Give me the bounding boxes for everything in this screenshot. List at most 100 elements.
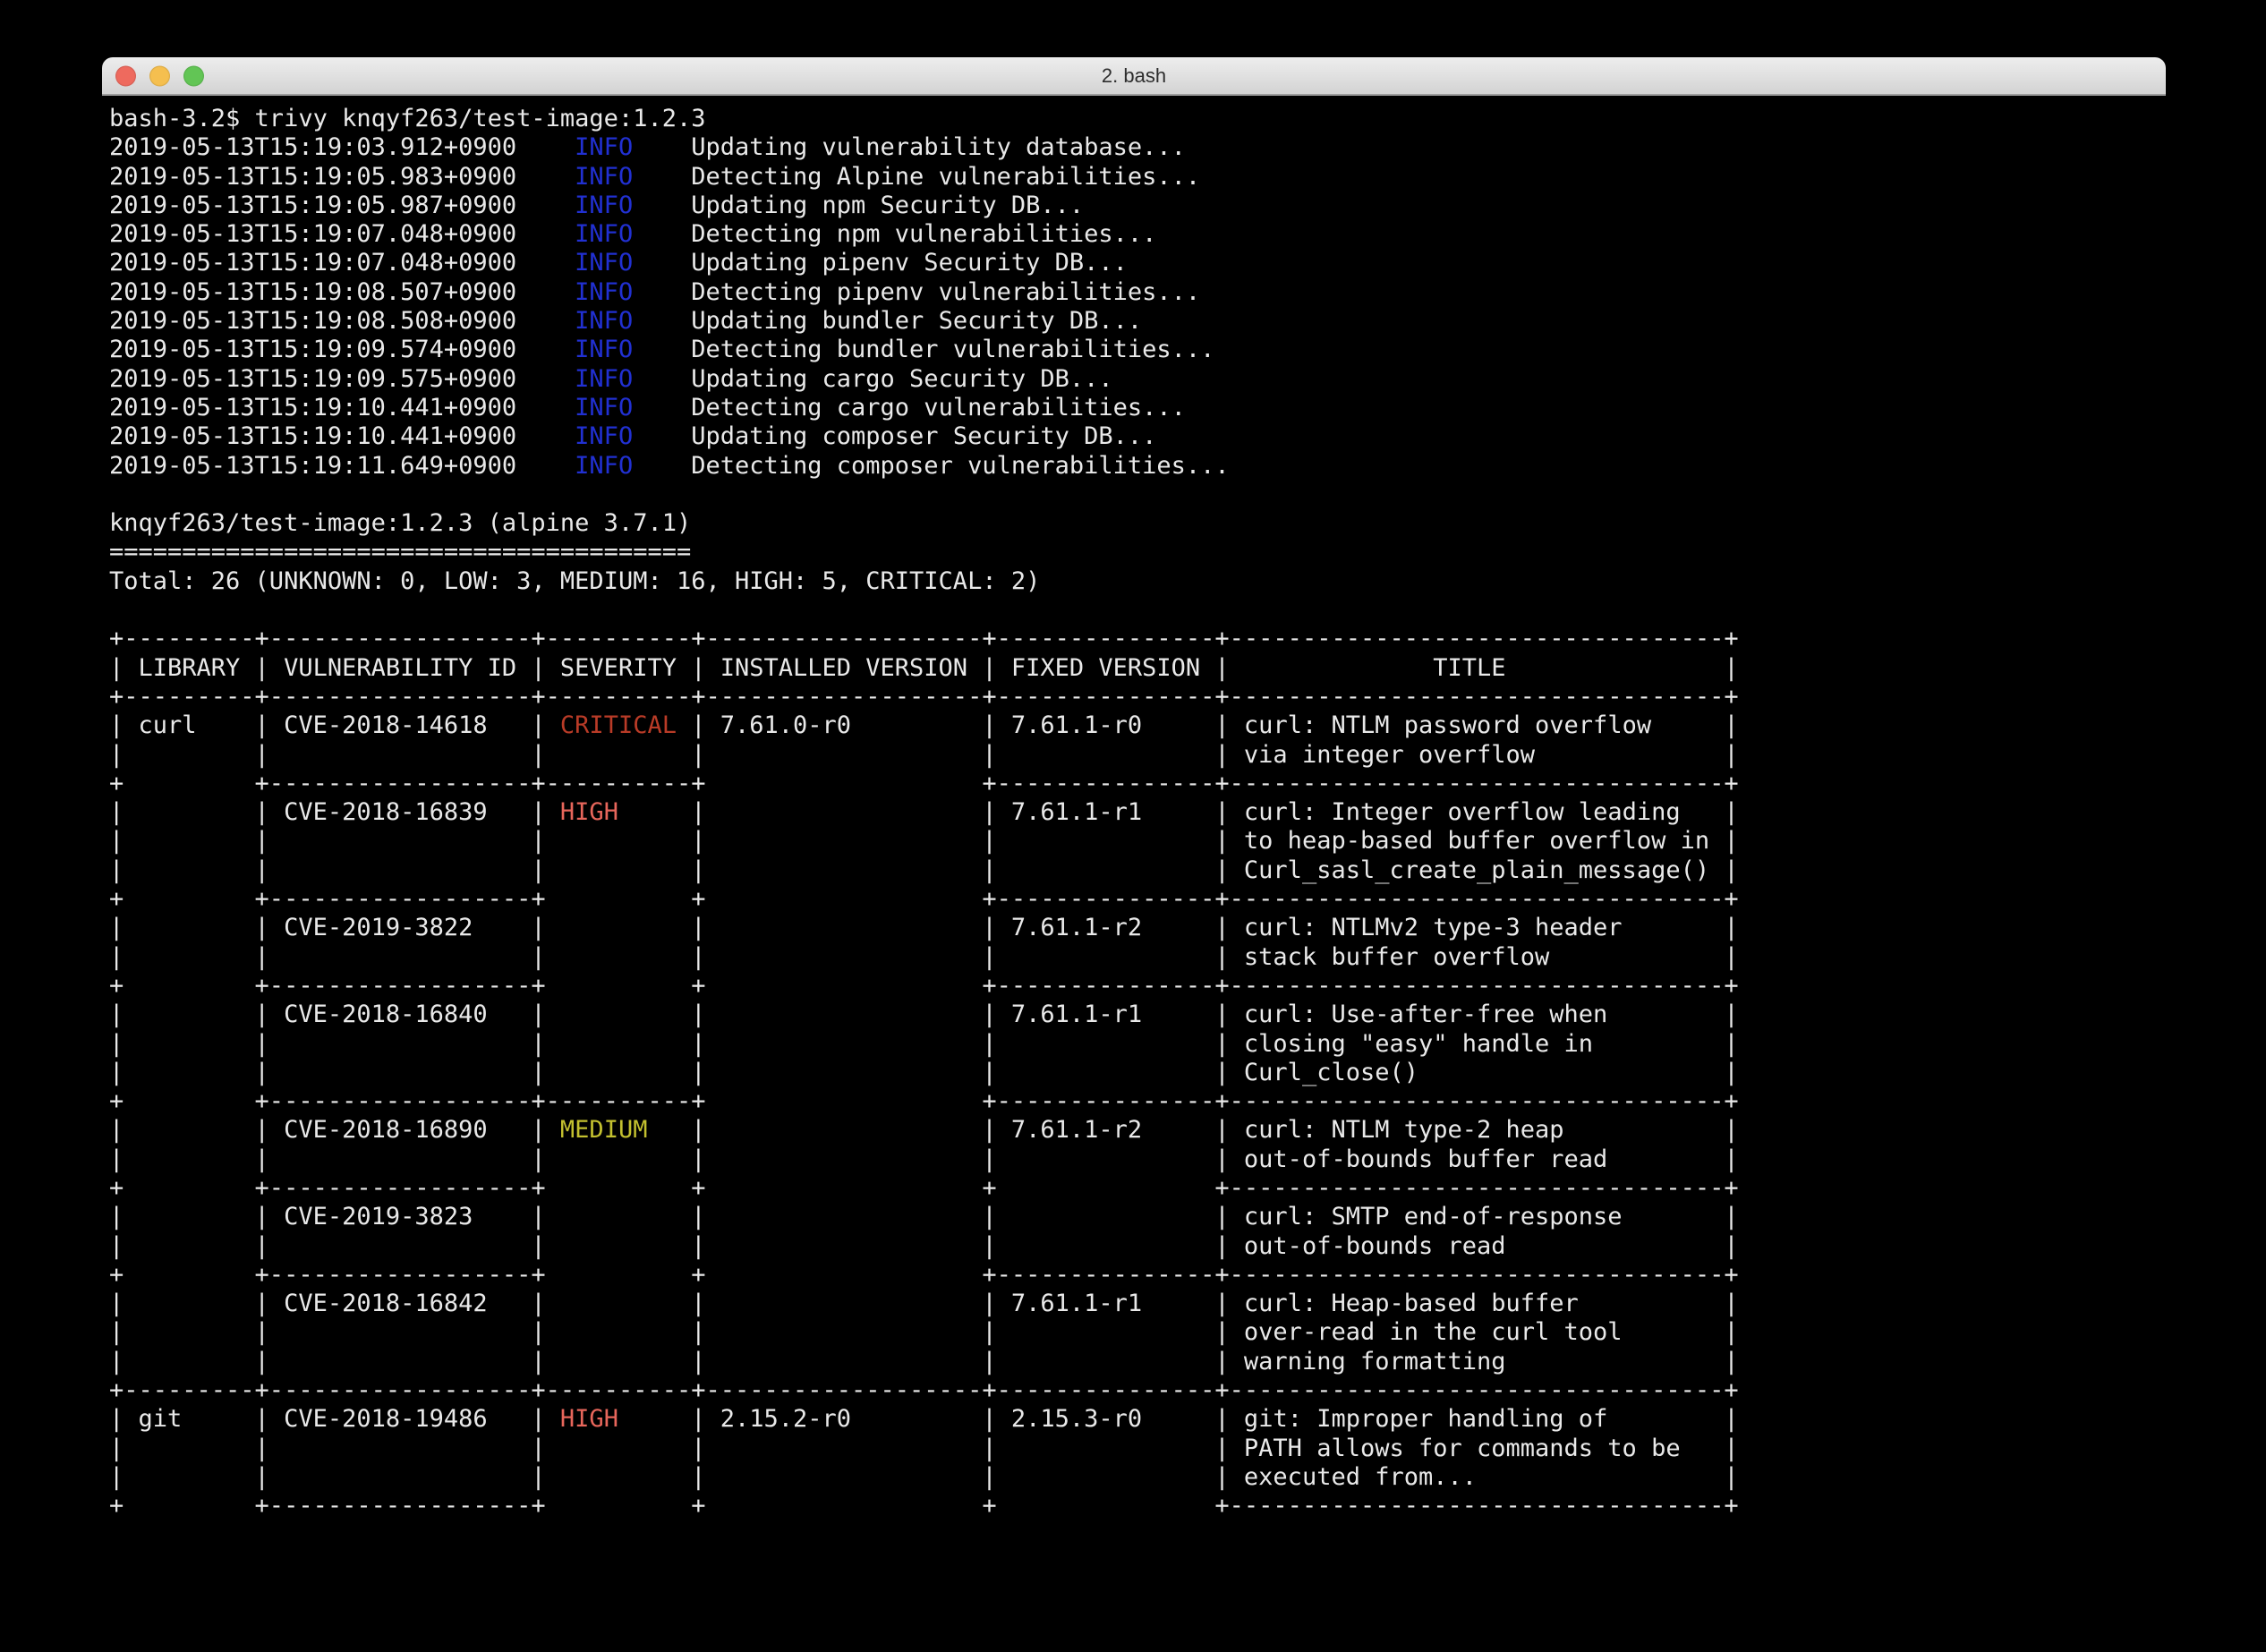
terminal-line: ======================================== — [109, 538, 2166, 566]
terminal-text: 2019-05-13T15:19:10.441+0900 — [109, 422, 575, 450]
terminal-text: | | | | | | to heap-based buffer overflo… — [109, 827, 1739, 855]
terminal-text: | 2.15.2-r0 | 2.15.3-r0 | git: Improper … — [618, 1405, 1739, 1433]
terminal-text: Updating composer Security DB... — [633, 422, 1156, 450]
traffic-lights — [115, 65, 204, 86]
window-title: 2. bash — [1102, 64, 1166, 88]
terminal-text: Detecting bundler vulnerabilities... — [633, 336, 1214, 363]
terminal-text: | | CVE-2018-16890 | — [109, 1116, 560, 1144]
terminal-text-info: INFO — [575, 365, 633, 393]
terminal-line — [109, 481, 2166, 509]
terminal-text: | git | CVE-2018-19486 | — [109, 1405, 560, 1433]
terminal-line: | | CVE-2019-3823 | | | | curl: SMTP end… — [109, 1203, 2166, 1231]
terminal-text: Detecting cargo vulnerabilities... — [633, 394, 1186, 422]
terminal-line: bash-3.2$ trivy knqyf263/test-image:1.2.… — [109, 105, 2166, 133]
desktop: 2. bash bash-3.2$ trivy knqyf263/test-im… — [0, 0, 2266, 1652]
terminal-line: | | | | | | to heap-based buffer overflo… — [109, 827, 2166, 856]
terminal-line: + +------------------+ + + +------------… — [109, 1174, 2166, 1203]
terminal-text: + +------------------+ + + +------------… — [109, 1174, 1739, 1202]
terminal-text: | | | | | | closing "easy" handle in | — [109, 1030, 1739, 1058]
terminal-line: +---------+------------------+----------… — [109, 1376, 2166, 1405]
terminal-text-info: INFO — [575, 452, 633, 480]
terminal-text: Total: 26 (UNKNOWN: 0, LOW: 3, MEDIUM: 1… — [109, 567, 1040, 595]
terminal-line: 2019-05-13T15:19:03.912+0900 INFO Updati… — [109, 133, 2166, 162]
terminal-line: | | | | | | Curl_close() | — [109, 1059, 2166, 1087]
terminal-line: Total: 26 (UNKNOWN: 0, LOW: 3, MEDIUM: 1… — [109, 567, 2166, 596]
terminal-line: | | | | | | warning formatting | — [109, 1348, 2166, 1376]
terminal-line — [109, 596, 2166, 625]
terminal-text-info: INFO — [575, 249, 633, 277]
terminal-text: Updating npm Security DB... — [633, 192, 1084, 219]
terminal-text: 2019-05-13T15:19:09.575+0900 — [109, 365, 575, 393]
terminal-line: 2019-05-13T15:19:05.987+0900 INFO Updati… — [109, 192, 2166, 220]
terminal-text-info: INFO — [575, 220, 633, 248]
terminal-line: + +------------------+----------+ +-----… — [109, 770, 2166, 798]
terminal-text: + +------------------+ + +--------------… — [109, 885, 1739, 913]
window-titlebar[interactable]: 2. bash — [102, 57, 2166, 96]
terminal-text-info: INFO — [575, 192, 633, 219]
minimize-button[interactable] — [149, 65, 170, 86]
terminal-text-high: HIGH — [560, 798, 618, 826]
terminal-line: 2019-05-13T15:19:09.574+0900 INFO Detect… — [109, 336, 2166, 364]
terminal-line: 2019-05-13T15:19:10.441+0900 INFO Updati… — [109, 422, 2166, 451]
terminal-text: +---------+------------------+----------… — [109, 625, 1739, 652]
terminal-text-info: INFO — [575, 278, 633, 306]
terminal-text-info: INFO — [575, 307, 633, 335]
terminal-line: | | CVE-2018-16839 | HIGH | | 7.61.1-r1 … — [109, 798, 2166, 827]
terminal-text: | | 7.61.1-r2 | curl: NTLM type-2 heap | — [647, 1116, 1738, 1144]
terminal-text: Updating cargo Security DB... — [633, 365, 1112, 393]
terminal-line: 2019-05-13T15:19:09.575+0900 INFO Updati… — [109, 365, 2166, 394]
terminal-text: 2019-05-13T15:19:09.574+0900 — [109, 336, 575, 363]
terminal-text: + +------------------+----------+ +-----… — [109, 1087, 1739, 1115]
terminal-line: | | | | | | Curl_sasl_create_plain_messa… — [109, 856, 2166, 885]
terminal-text: 2019-05-13T15:19:05.987+0900 — [109, 192, 575, 219]
terminal-text-high: HIGH — [560, 1405, 618, 1433]
terminal-line: + +------------------+ + +--------------… — [109, 1261, 2166, 1290]
terminal-text: + +------------------+----------+ +-----… — [109, 770, 1739, 797]
terminal-text-info: INFO — [575, 422, 633, 450]
terminal-text: | | | | | | executed from... | — [109, 1463, 1739, 1491]
close-button[interactable] — [115, 65, 136, 86]
terminal-text: knqyf263/test-image:1.2.3 (alpine 3.7.1) — [109, 509, 691, 537]
terminal-text: Detecting composer vulnerabilities... — [633, 452, 1229, 480]
terminal-line: | LIBRARY | VULNERABILITY ID | SEVERITY … — [109, 654, 2166, 683]
terminal-text: + +------------------+ + +--------------… — [109, 1261, 1739, 1289]
terminal-line: 2019-05-13T15:19:05.983+0900 INFO Detect… — [109, 163, 2166, 192]
terminal-screen[interactable]: bash-3.2$ trivy knqyf263/test-image:1.2.… — [102, 96, 2166, 1521]
terminal-text-medium: MEDIUM — [560, 1116, 648, 1144]
terminal-line: | | | | | | via integer overflow | — [109, 741, 2166, 770]
terminal-line: +---------+------------------+----------… — [109, 625, 2166, 653]
terminal-line: | | CVE-2019-3822 | | | 7.61.1-r2 | curl… — [109, 914, 2166, 942]
terminal-text: | | | | | | out-of-bounds buffer read | — [109, 1145, 1739, 1173]
terminal-text: + +------------------+ + + +------------… — [109, 1492, 1739, 1520]
terminal-line: 2019-05-13T15:19:08.508+0900 INFO Updati… — [109, 307, 2166, 336]
terminal-line: 2019-05-13T15:19:10.441+0900 INFO Detect… — [109, 394, 2166, 422]
terminal-window: 2. bash bash-3.2$ trivy knqyf263/test-im… — [102, 57, 2166, 1616]
terminal-text: | | CVE-2019-3823 | | | | curl: SMTP end… — [109, 1203, 1739, 1230]
terminal-text-info: INFO — [575, 163, 633, 191]
terminal-line: | | | | | | over-read in the curl tool | — [109, 1318, 2166, 1347]
terminal-line: 2019-05-13T15:19:07.048+0900 INFO Detect… — [109, 220, 2166, 249]
terminal-line: + +------------------+----------+ +-----… — [109, 1087, 2166, 1116]
terminal-text: | | | | | | via integer overflow | — [109, 741, 1739, 769]
terminal-line: | | CVE-2018-16840 | | | 7.61.1-r1 | cur… — [109, 1001, 2166, 1029]
terminal-line: knqyf263/test-image:1.2.3 (alpine 3.7.1) — [109, 509, 2166, 538]
terminal-text: | | | | | | stack buffer overflow | — [109, 943, 1739, 971]
terminal-line: 2019-05-13T15:19:08.507+0900 INFO Detect… — [109, 278, 2166, 307]
terminal-line: | | | | | | stack buffer overflow | — [109, 943, 2166, 972]
terminal-text: 2019-05-13T15:19:08.508+0900 — [109, 307, 575, 335]
terminal-line: | | | | | | out-of-bounds read | — [109, 1232, 2166, 1261]
terminal-text: Updating bundler Security DB... — [633, 307, 1142, 335]
terminal-text: | | CVE-2018-16842 | | | 7.61.1-r1 | cur… — [109, 1290, 1739, 1317]
terminal-text: | | CVE-2019-3822 | | | 7.61.1-r2 | curl… — [109, 914, 1739, 941]
terminal-text: | | CVE-2018-16840 | | | 7.61.1-r1 | cur… — [109, 1001, 1739, 1028]
terminal-line: | | | | | | out-of-bounds buffer read | — [109, 1145, 2166, 1174]
terminal-text: Detecting Alpine vulnerabilities... — [633, 163, 1200, 191]
terminal-text: | | 7.61.1-r1 | curl: Integer overflow l… — [618, 798, 1739, 826]
terminal-text: 2019-05-13T15:19:07.048+0900 — [109, 249, 575, 277]
terminal-text: | | | | | | Curl_close() | — [109, 1059, 1739, 1086]
zoom-button[interactable] — [183, 65, 204, 86]
terminal-line: | | | | | | PATH allows for commands to … — [109, 1435, 2166, 1463]
terminal-text: Updating pipenv Security DB... — [633, 249, 1128, 277]
terminal-text: | 7.61.0-r0 | 7.61.1-r0 | curl: NTLM pas… — [677, 711, 1739, 739]
terminal-text: | | | | | | warning formatting | — [109, 1348, 1739, 1375]
